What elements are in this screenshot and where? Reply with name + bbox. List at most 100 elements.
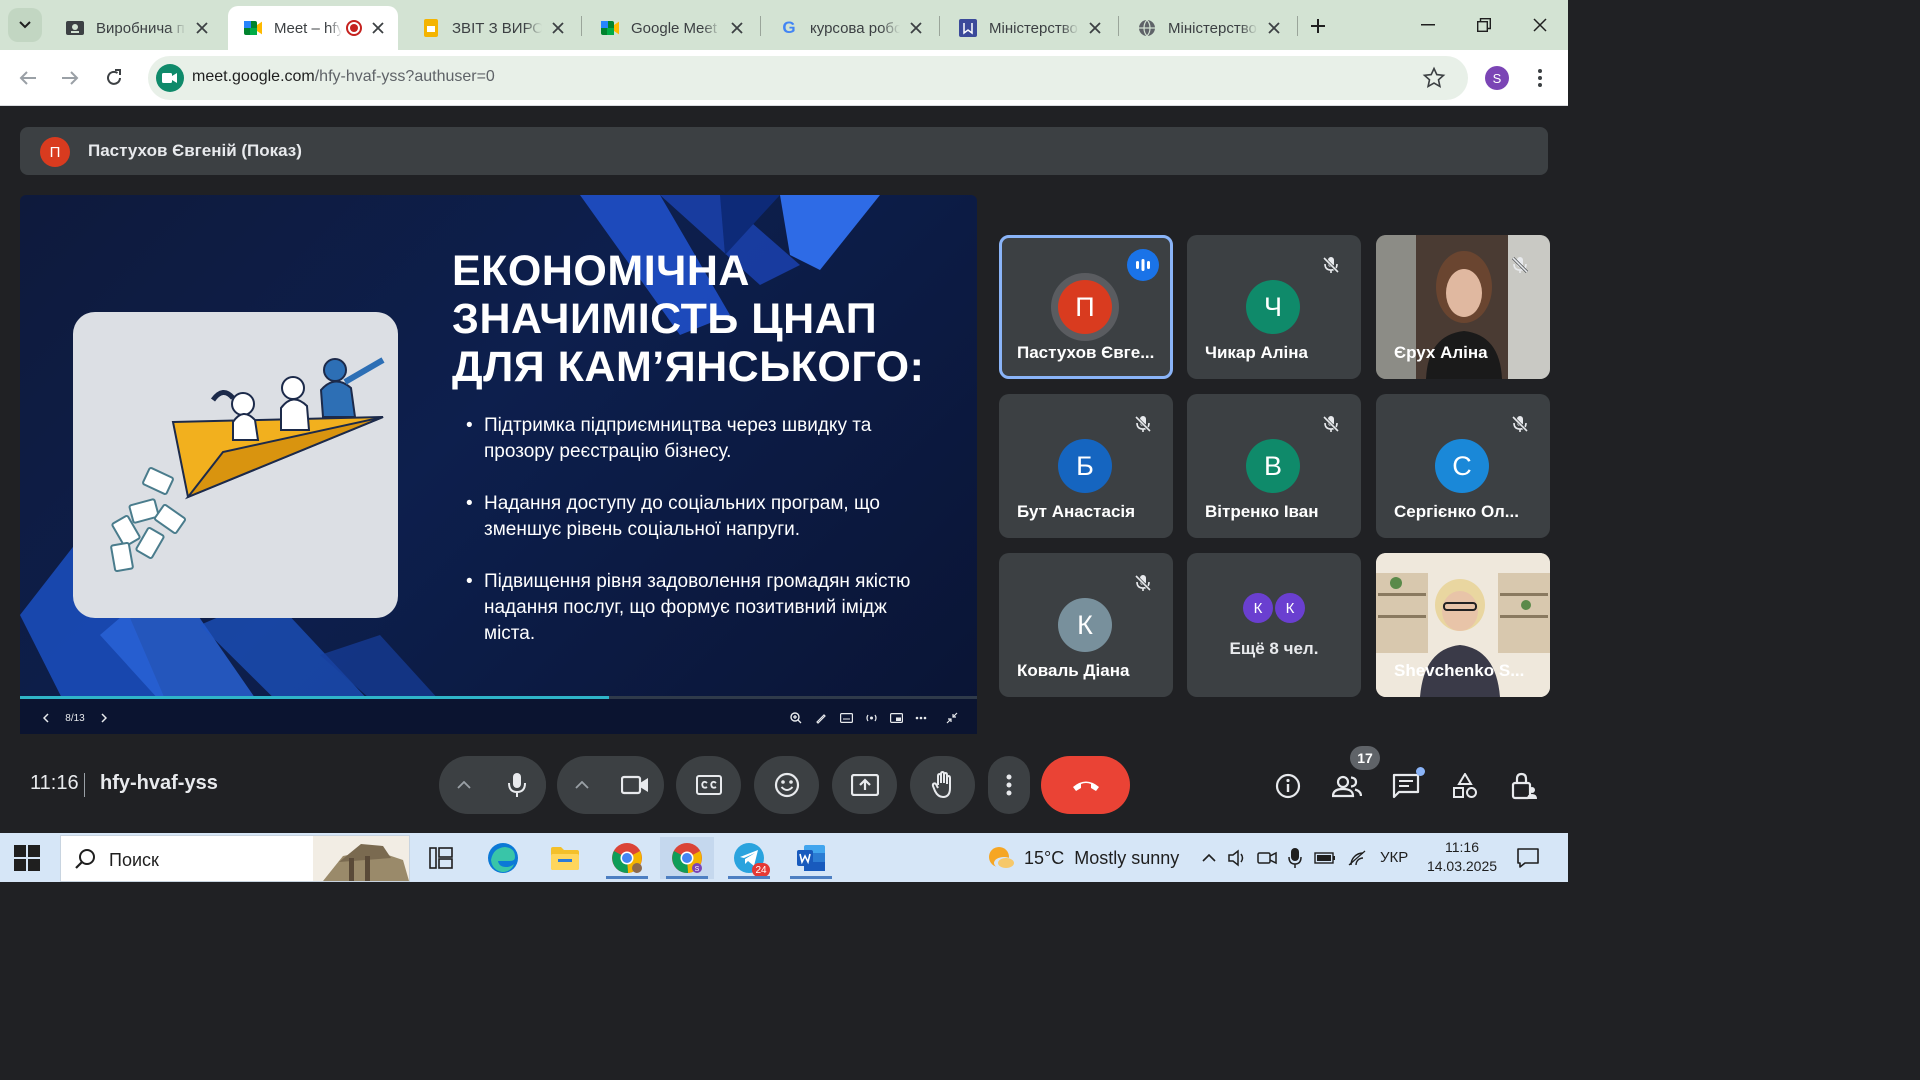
close-tab-icon[interactable] <box>368 18 388 38</box>
telegram-unread-badge: 24 <box>752 863 770 877</box>
close-tab-icon[interactable] <box>548 18 568 38</box>
show-hidden-icons-button[interactable] <box>1198 847 1220 869</box>
participant-tile[interactable]: С Сергієнко Ол... <box>1376 394 1550 538</box>
bookmark-star-icon[interactable] <box>1422 66 1446 90</box>
participant-tile[interactable]: Б Бут Анастасія <box>999 394 1173 538</box>
chrome-icon: S <box>672 843 702 874</box>
forward-button[interactable] <box>54 62 86 94</box>
address-bar[interactable]: meet.google.com/hfy-hvaf-yss?authuser=0 <box>148 56 1468 100</box>
new-tab-button[interactable] <box>1304 12 1332 40</box>
reactions-button[interactable] <box>754 756 819 814</box>
volume-tray-icon[interactable] <box>1226 847 1248 869</box>
exit-fullscreen-slide-button[interactable] <box>944 710 960 726</box>
tab-search-button[interactable] <box>8 8 42 42</box>
pen-tool-button[interactable] <box>813 710 829 726</box>
tab-kursova[interactable]: G курсова робо <box>764 6 936 50</box>
participant-tile[interactable]: К Коваль Діана <box>999 553 1173 697</box>
participant-tile[interactable]: В Вітренко Іван <box>1187 394 1361 538</box>
video-options-button[interactable] <box>557 756 607 814</box>
raise-hand-button[interactable] <box>910 756 975 814</box>
classroom-icon <box>66 19 84 37</box>
present-now-button[interactable] <box>832 756 897 814</box>
battery-tray-icon[interactable] <box>1314 847 1336 869</box>
pip-slide-button[interactable] <box>888 710 904 726</box>
activities-button[interactable] <box>1445 766 1485 806</box>
system-clock[interactable]: 11:16 14.03.2025 <box>1422 838 1502 876</box>
windows-start-icon[interactable] <box>14 845 40 871</box>
meeting-details-button[interactable] <box>1268 766 1308 806</box>
microphone-button[interactable] <box>488 756 546 814</box>
leave-call-button[interactable] <box>1041 756 1130 814</box>
camera-in-use-tray-icon[interactable] <box>1256 847 1278 869</box>
site-info-icon[interactable] <box>156 64 184 92</box>
participant-tile[interactable]: Ч Чикар Аліна <box>1187 235 1361 379</box>
profile-avatar[interactable]: S <box>1485 66 1509 90</box>
taskbar-chrome-2[interactable]: S <box>660 837 714 879</box>
minimize-button[interactable] <box>1408 8 1448 42</box>
close-tab-icon[interactable] <box>1085 18 1105 38</box>
audio-slide-button[interactable] <box>863 710 879 726</box>
host-controls-button[interactable] <box>1504 766 1544 806</box>
participant-tile-video[interactable]: Єрух Аліна <box>1376 235 1550 379</box>
back-button[interactable] <box>12 62 44 94</box>
tab-title: Meet – hfy <box>274 19 342 37</box>
participant-tile[interactable]: П Пастухов Євге... <box>999 235 1173 379</box>
mic-off-icon <box>1319 253 1343 277</box>
people-button[interactable] <box>1327 766 1367 806</box>
svg-text:S: S <box>695 866 700 873</box>
tab-ministry-2[interactable]: Міністерство <box>1122 6 1294 50</box>
url-host: meet.google.com <box>192 68 315 85</box>
notifications-icon[interactable] <box>1516 846 1540 870</box>
taskbar-chrome-1[interactable] <box>600 837 654 879</box>
slide-more-button[interactable] <box>913 710 929 726</box>
browser-menu-button[interactable] <box>1530 64 1550 92</box>
prev-slide-button[interactable] <box>38 710 54 726</box>
more-participants-tile[interactable]: К К Ещё 8 чел. <box>1187 553 1361 697</box>
tab-zvit[interactable]: ЗВІТ З ВИРОБ <box>406 6 578 50</box>
chat-icon <box>1392 773 1420 799</box>
input-language-indicator[interactable]: УКР <box>1380 849 1408 866</box>
restore-button[interactable] <box>1464 8 1504 42</box>
participant-avatar: С <box>1435 439 1489 493</box>
taskbar-telegram[interactable]: 24 <box>722 837 776 879</box>
participant-tile-video[interactable]: Shevchenko S... <box>1376 553 1550 697</box>
tab-title: Виробнича п <box>96 19 185 37</box>
taskbar-search-box[interactable]: Поиск <box>60 835 410 882</box>
wifi-tray-icon[interactable] <box>1346 847 1368 869</box>
chat-button[interactable] <box>1386 766 1426 806</box>
captions-slide-button[interactable] <box>838 710 854 726</box>
tab-vyrobnycha[interactable]: Виробнича п <box>50 6 222 50</box>
taskbar-word[interactable] <box>784 837 838 879</box>
weather-widget[interactable]: 15°C Mostly sunny <box>986 845 1179 871</box>
battery-icon <box>1314 852 1335 864</box>
audio-options-button[interactable] <box>439 756 489 814</box>
reload-button[interactable] <box>98 62 130 94</box>
tab-ministry-1[interactable]: Міністерство <box>943 6 1115 50</box>
mic-in-use-tray-icon[interactable] <box>1284 847 1306 869</box>
fullscreen-exit-icon <box>946 712 958 724</box>
camera-button[interactable] <box>606 756 664 814</box>
next-slide-button[interactable] <box>96 710 112 726</box>
tab-meet-active[interactable]: Meet – hfy <box>228 6 398 50</box>
browser-toolbar: meet.google.com/hfy-hvaf-yss?authuser=0 … <box>0 50 1568 106</box>
weather-text: Mostly sunny <box>1074 847 1180 868</box>
participant-avatar: П <box>1058 280 1112 334</box>
close-window-button[interactable] <box>1520 8 1560 42</box>
captions-button[interactable] <box>676 756 741 814</box>
zoom-button[interactable] <box>788 710 804 726</box>
tab-google-meet[interactable]: Google Meet <box>585 6 757 50</box>
clock-time: 11:16 <box>1445 839 1479 855</box>
meet-icon <box>601 19 619 37</box>
taskbar-edge[interactable] <box>476 837 530 879</box>
taskbar-file-explorer[interactable] <box>538 837 592 879</box>
close-tab-icon[interactable] <box>727 18 747 38</box>
tab-title: Google Meet <box>631 19 717 37</box>
emoji-icon <box>774 772 799 798</box>
task-view-button[interactable] <box>414 837 468 879</box>
participant-avatar: Б <box>1058 439 1112 493</box>
close-tab-icon[interactable] <box>192 18 212 38</box>
close-tab-icon[interactable] <box>1264 18 1284 38</box>
more-options-button[interactable] <box>988 756 1030 814</box>
close-tab-icon[interactable] <box>906 18 926 38</box>
meet-stage: П Пастухов Євгеній (Показ) ЕКОНОМІЧНА ЗН… <box>0 106 1568 833</box>
